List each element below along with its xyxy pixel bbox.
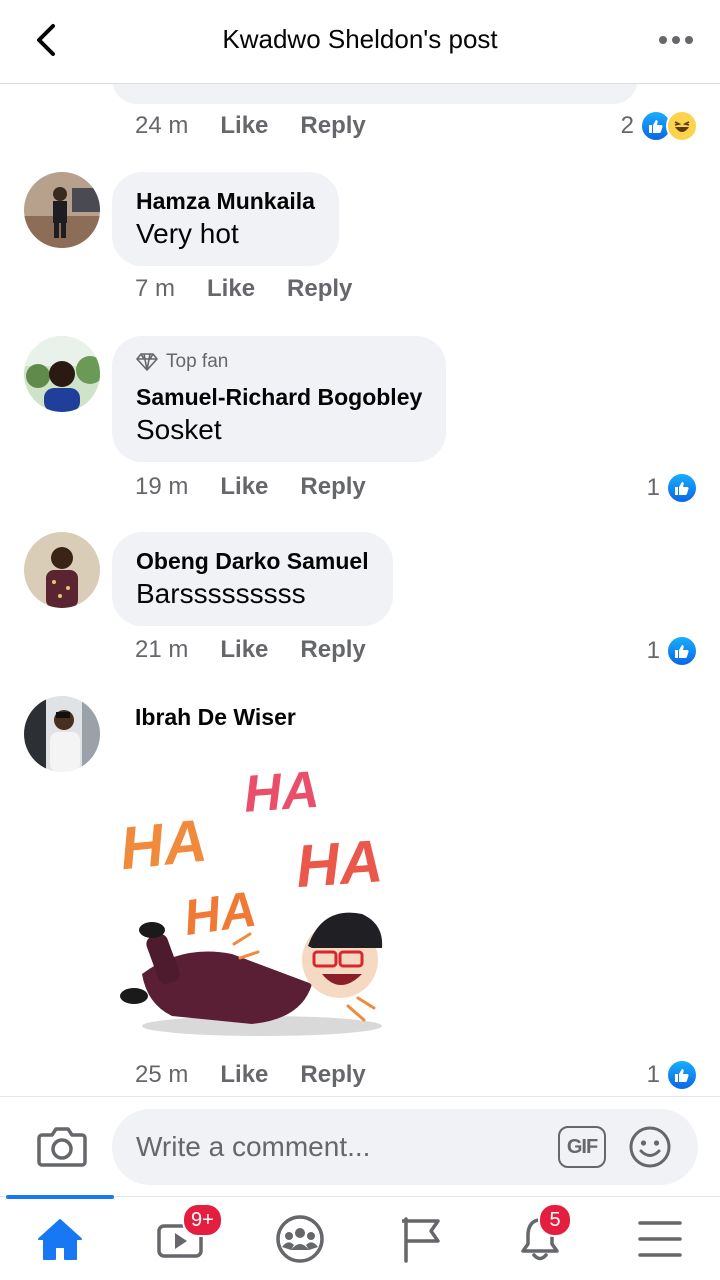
reaction-summary[interactable]: 1 xyxy=(647,472,698,504)
comment-bubble[interactable]: Top fan Samuel-Richard Bogobley Sosket xyxy=(112,336,447,462)
menu-icon xyxy=(638,1221,682,1257)
comment-time: 24 m xyxy=(135,112,189,139)
sticker-text-ha: HA xyxy=(294,827,385,900)
avatar[interactable] xyxy=(24,172,100,248)
sticker-text-ha: HA xyxy=(242,761,321,824)
reply-button[interactable]: Reply xyxy=(300,473,365,501)
reply-button[interactable]: Reply xyxy=(300,112,365,140)
comment-time: 7 m xyxy=(135,275,176,302)
reaction-summary[interactable]: 1 xyxy=(647,1059,698,1091)
like-button[interactable]: Like xyxy=(220,1061,268,1089)
more-options-button[interactable] xyxy=(656,24,696,56)
comment-input[interactable] xyxy=(136,1109,536,1185)
reply-button[interactable]: Reply xyxy=(300,1061,365,1089)
tab-watch[interactable]: 9+ xyxy=(150,1203,223,1267)
like-reaction-icon xyxy=(666,1059,698,1091)
avatar[interactable] xyxy=(24,532,100,608)
comment-text: Barsssssssss xyxy=(136,578,306,609)
haha-reaction-icon xyxy=(666,110,698,142)
page-title: Kwadwo Sheldon's post xyxy=(222,24,498,54)
reply-button[interactable]: Reply xyxy=(287,275,352,303)
active-tab-indicator xyxy=(6,1195,114,1199)
comment-bubble[interactable]: Hamza Munkaila Very hot xyxy=(112,172,339,266)
reaction-summary[interactable]: 1 xyxy=(647,635,698,667)
notification-badge: 9+ xyxy=(182,1203,223,1237)
comment-time: 21 m xyxy=(135,636,189,663)
bottom-tab-bar: 9+ 5 xyxy=(0,1195,720,1280)
more-dots-icon xyxy=(659,36,693,44)
flag-icon xyxy=(402,1217,440,1263)
smiley-icon xyxy=(629,1126,671,1168)
comment-actions: 21 m Like Reply xyxy=(135,636,366,664)
comment-author[interactable]: Ibrah De Wiser xyxy=(135,704,296,731)
reply-button[interactable]: Reply xyxy=(300,636,365,664)
groups-icon xyxy=(276,1215,324,1263)
tab-pages[interactable] xyxy=(390,1211,450,1267)
like-button[interactable]: Like xyxy=(220,112,268,140)
tab-home[interactable] xyxy=(30,1211,90,1267)
reaction-count: 1 xyxy=(646,1061,660,1088)
reaction-count: 2 xyxy=(620,112,634,139)
camera-button[interactable] xyxy=(36,1121,88,1171)
top-fan-label: Top fan xyxy=(166,351,229,372)
sticker-text-ha: HA xyxy=(117,807,210,883)
comments-feed[interactable]: 24 m Like Reply 2 Hamza Munkaila Very ho… xyxy=(0,84,720,1096)
camera-icon xyxy=(37,1127,87,1167)
reaction-count: 1 xyxy=(646,474,660,501)
gif-button[interactable]: GIF xyxy=(558,1126,606,1168)
comment-box: GIF xyxy=(112,1109,698,1185)
comment-time: 19 m xyxy=(135,473,189,500)
notification-badge: 5 xyxy=(538,1203,572,1237)
header-bar: Kwadwo Sheldon's post xyxy=(0,0,720,84)
emoji-button[interactable] xyxy=(628,1125,672,1169)
comment-text: Very hot xyxy=(136,218,239,249)
comment-bubble[interactable]: Obeng Darko Samuel Barsssssssss xyxy=(112,532,393,626)
like-button[interactable]: Like xyxy=(220,636,268,664)
comment-author[interactable]: Hamza Munkaila xyxy=(136,186,315,216)
laughing-sticker[interactable]: HA HA HA HA xyxy=(112,734,412,1044)
tab-notifications[interactable]: 5 xyxy=(510,1203,572,1267)
like-button[interactable]: Like xyxy=(220,473,268,501)
like-reaction-icon xyxy=(666,635,698,667)
tab-groups[interactable] xyxy=(270,1211,330,1267)
reaction-count: 1 xyxy=(646,637,660,664)
comment-bubble-partial xyxy=(112,84,638,104)
avatar[interactable] xyxy=(24,696,100,772)
reaction-summary[interactable]: 2 xyxy=(621,110,698,142)
comment-author[interactable]: Samuel-Richard Bogobley xyxy=(136,382,422,412)
home-icon xyxy=(38,1219,82,1260)
diamond-icon xyxy=(136,353,158,371)
like-reaction-icon xyxy=(666,472,698,504)
comment-actions: 19 m Like Reply xyxy=(135,473,366,501)
comment-actions: 7 m Like Reply xyxy=(135,275,352,303)
comment-text: Sosket xyxy=(136,414,222,445)
tab-menu[interactable] xyxy=(630,1211,690,1267)
top-fan-badge: Top fan xyxy=(136,350,422,374)
comment-composer: GIF xyxy=(0,1096,720,1196)
comment-author[interactable]: Obeng Darko Samuel xyxy=(136,546,369,576)
comment-actions: 24 m Like Reply xyxy=(135,112,366,140)
comment-actions: 25 m Like Reply xyxy=(135,1061,366,1089)
comment-time: 25 m xyxy=(135,1061,189,1088)
like-button[interactable]: Like xyxy=(207,275,255,303)
avatar[interactable] xyxy=(24,336,100,412)
